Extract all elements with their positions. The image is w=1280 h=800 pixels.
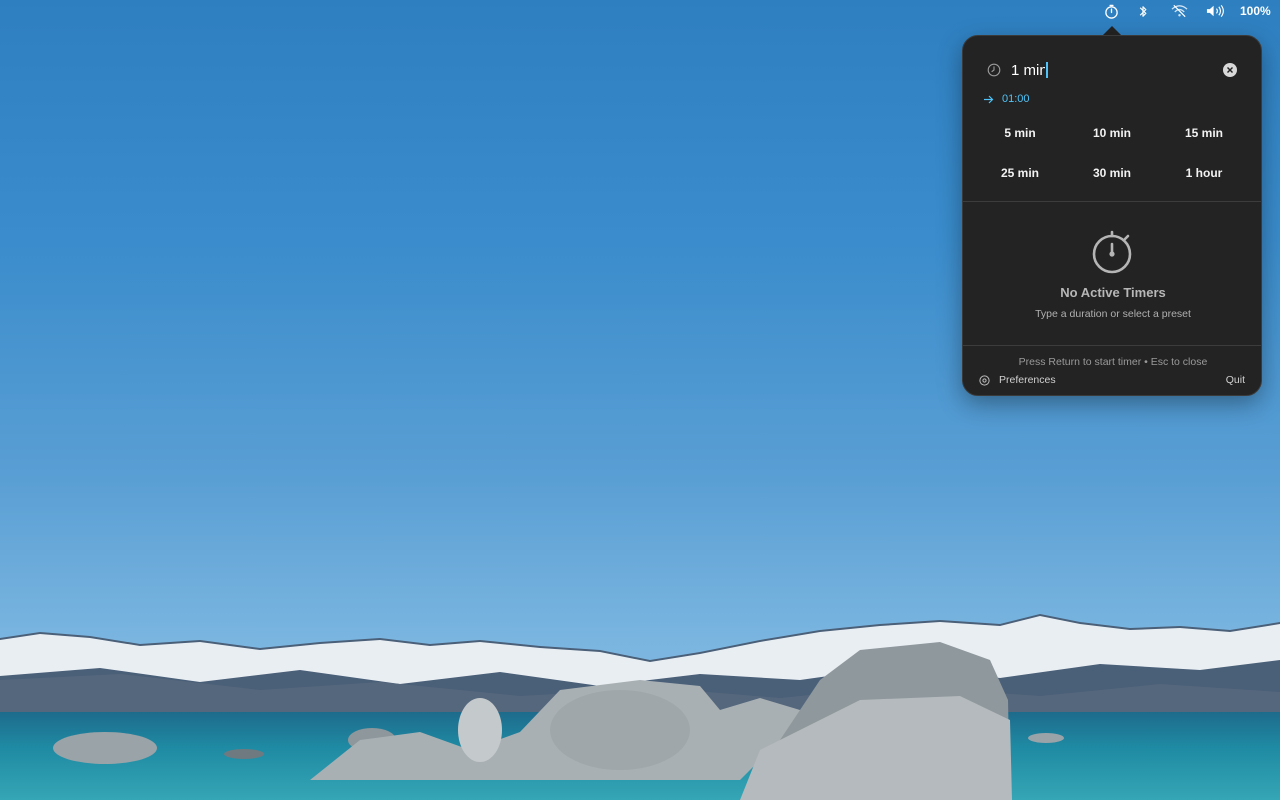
empty-state-subtitle: Type a duration or select a preset — [1035, 308, 1191, 320]
clock-icon — [987, 63, 1001, 77]
quit-button[interactable]: Quit — [1226, 374, 1245, 386]
duration-input[interactable] — [1011, 61, 1045, 79]
menubar-timer-icon[interactable] — [1100, 0, 1122, 22]
preset-10-min-button[interactable]: 10 min — [1072, 120, 1152, 146]
empty-state-title: No Active Timers — [1060, 285, 1166, 300]
arrow-right-icon — [983, 95, 994, 104]
volume-icon — [1206, 4, 1224, 18]
footer: Preferences Quit — [979, 373, 1245, 387]
preset-30-min-button[interactable]: 30 min — [1072, 160, 1152, 186]
menubar-battery[interactable]: 100% — [1240, 0, 1280, 22]
timer-input-row — [987, 58, 1237, 82]
clear-input-button[interactable] — [1223, 63, 1237, 77]
menubar-bluetooth-icon[interactable] — [1134, 0, 1152, 22]
timer-popover: 01:00 5 min 10 min 15 min 25 min 30 min … — [962, 35, 1262, 396]
menubar-volume-icon[interactable] — [1204, 0, 1226, 22]
menubar-wifi-off-icon[interactable] — [1168, 0, 1190, 22]
preferences-label: Preferences — [999, 374, 1056, 386]
gear-icon — [979, 374, 990, 386]
timer-icon — [1104, 4, 1118, 19]
duration-preview: 01:00 — [983, 92, 1030, 106]
text-cursor — [1046, 62, 1048, 78]
wifi-off-icon — [1171, 4, 1187, 18]
divider — [963, 345, 1261, 346]
preview-time: 01:00 — [1002, 93, 1030, 105]
battery-percentage: 100% — [1240, 4, 1271, 18]
preset-15-min-button[interactable]: 15 min — [1164, 120, 1244, 146]
preset-25-min-button[interactable]: 25 min — [980, 160, 1060, 186]
preset-5-min-button[interactable]: 5 min — [980, 120, 1060, 146]
keyboard-hint: Press Return to start timer • Esc to clo… — [1018, 356, 1208, 368]
divider — [963, 201, 1261, 202]
preset-1-hour-button[interactable]: 1 hour — [1164, 160, 1244, 186]
preferences-button[interactable]: Preferences — [979, 374, 1056, 386]
close-icon — [1227, 67, 1233, 73]
bluetooth-icon — [1139, 5, 1147, 17]
stopwatch-icon — [1092, 230, 1132, 274]
boulders — [53, 642, 1064, 800]
